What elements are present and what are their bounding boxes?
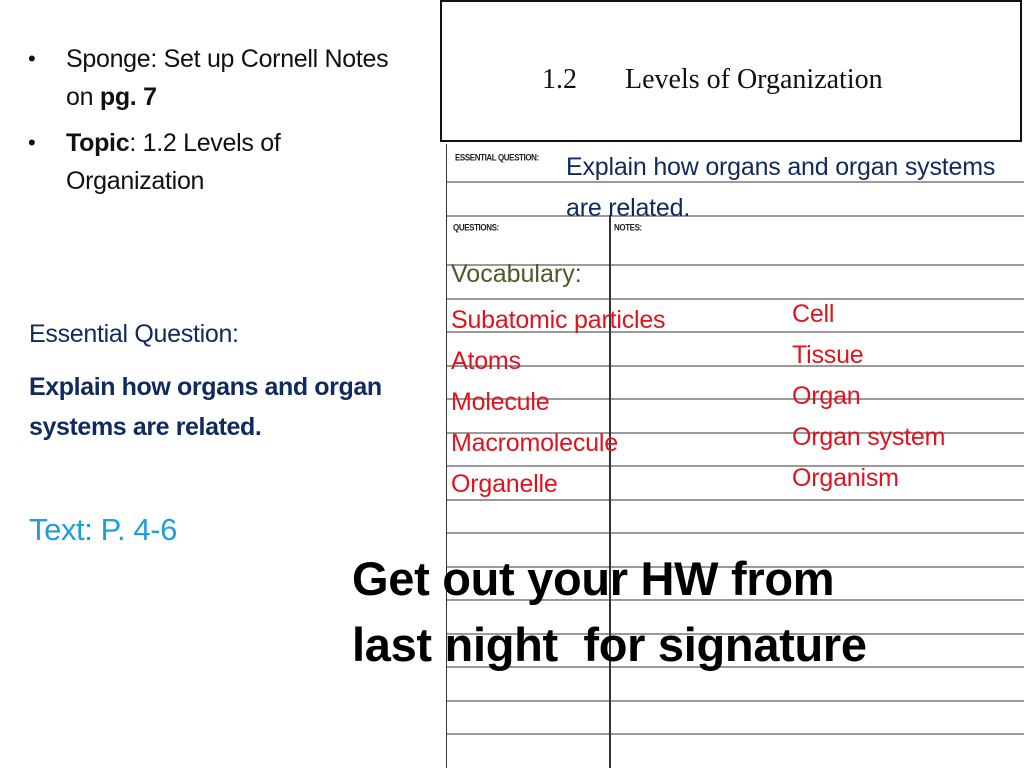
announcement-line-1: Get out your HW from — [352, 552, 835, 605]
announcement-line-2: last night for signature — [352, 618, 867, 671]
bullet-icon: • — [28, 130, 36, 155]
ruled-line — [447, 733, 1024, 735]
worksheet-section-number: 1.2 — [542, 64, 577, 95]
essential-question-label: Essential Question: — [29, 320, 239, 348]
worksheet-title: Levels of Organization — [625, 64, 883, 95]
essential-question-text: Explain how organs and organ systems are… — [29, 373, 382, 441]
bullet-icon: • — [28, 46, 36, 71]
ruled-line — [447, 532, 1024, 534]
worksheet-essential-question: Explain how organs and organ systems are… — [566, 153, 996, 222]
vocabulary-list: Subatomic particles Atoms Molecule Macromol… — [451, 300, 666, 505]
vocabulary-term: Subatomic particles — [451, 306, 666, 334]
vocabulary-label: Vocabulary: — [451, 260, 582, 288]
agenda-item-sponge: • Sponge: Set up Cornell Notes on pg. 7 — [28, 40, 408, 116]
organization-level: Tissue — [792, 341, 864, 369]
textbook-reference: Text: P. 4-6 — [29, 512, 177, 547]
organization-level: Organism — [792, 464, 899, 492]
vocabulary-term: Molecule — [451, 388, 550, 416]
questions-header: QUESTIONS: — [453, 222, 499, 233]
ruled-line — [447, 700, 1024, 702]
organization-level: Organ — [792, 382, 861, 410]
vocabulary-term: Atoms — [451, 347, 521, 375]
organization-level: Cell — [792, 300, 835, 328]
agenda-bullet-list: • Sponge: Set up Cornell Notes on pg. 7 … — [28, 40, 408, 208]
organization-level: Organ system — [792, 423, 946, 451]
agenda-item-topic: • Topic: 1.2 Levels of Organization — [28, 124, 408, 200]
essential-question-header: ESSENTIAL QUESTION: — [455, 152, 539, 163]
homework-announcement: Get out your HW from last night for sign… — [352, 546, 1012, 678]
sponge-page: pg. 7 — [99, 83, 157, 111]
vocabulary-term: Organelle — [451, 470, 558, 498]
worksheet-title-box: 1.2 Levels of Organization — [440, 0, 1022, 142]
vocabulary-term: Macromolecule — [451, 429, 618, 457]
topic-label: Topic — [66, 129, 130, 157]
organization-levels-list: Cell Tissue Organ Organ system Organism — [792, 294, 945, 499]
